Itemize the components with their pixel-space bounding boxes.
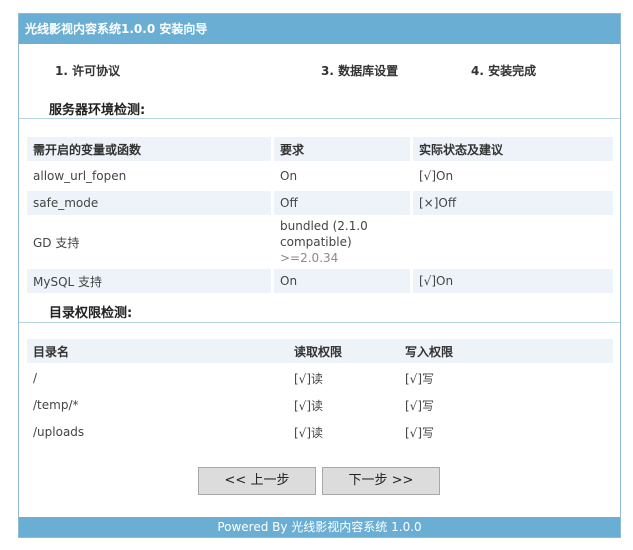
requirement: Off [274,191,413,215]
column-header: 实际状态及建议 [413,137,613,161]
divider [19,322,620,323]
table-row: /temp/* [√]读 [√]写 [27,393,613,417]
installer-panel: 光线影视内容系统1.0.0 安装向导 1. 许可协议 3. 数据库设置 4. 安… [18,13,621,538]
step-indicator: 1. 许可协议 3. 数据库设置 4. 安装完成 [19,62,620,82]
var-name: GD 支持 [33,235,80,250]
requirement: compatible) [280,235,352,249]
var-name: allow_url_fopen [33,169,127,183]
column-header: 目录名 [27,339,288,363]
write-permission: [√]写 [405,398,435,413]
var-name: safe_mode [27,191,274,215]
requirement: On [274,269,413,293]
requirement-note: >=2.0.34 [280,251,339,265]
prev-step-button[interactable]: << 上一步 [198,467,316,495]
write-permission: [√]写 [405,425,435,440]
dir-check-table: 目录名 读取权限 写入权限 / [√]读 [√]写 /temp/* [√]读 [… [27,336,613,447]
table-row: MySQL 支持 On [√]On [27,269,613,293]
env-check-title: 服务器环境检测: [49,103,146,118]
dir-name: /temp/* [33,398,79,412]
column-header: 需开启的变量或函数 [27,137,274,161]
column-header: 写入权限 [399,339,613,363]
status-value: [×]Off [413,191,613,215]
footer: Powered By 光线影视内容系统 1.0.0 [19,517,620,537]
step-finish: 4. 安装完成 [471,64,537,78]
next-step-button[interactable]: 下一步 >> [322,467,440,495]
table-row: allow_url_fopen On [√]On [27,164,613,188]
requirement: bundled (2.1.0 [280,219,368,233]
status-value: [√]On [413,269,613,293]
var-name: MySQL 支持 [27,269,274,293]
table-row: GD 支持 bundled (2.1.0 compatible) >=2.0.3… [27,218,613,266]
table-row: safe_mode Off [×]Off [27,191,613,215]
column-header: 要求 [274,137,413,161]
table-header-row: 目录名 读取权限 写入权限 [27,339,613,363]
dir-name: /uploads [33,425,85,439]
read-permission: [√]读 [294,371,324,386]
installer-header: 光线影视内容系统1.0.0 安装向导 [19,14,620,44]
table-row: /uploads [√]读 [√]写 [27,420,613,444]
table-header-row: 需开启的变量或函数 要求 实际状态及建议 [27,137,613,161]
status-value [413,218,613,266]
requirement: On [280,169,298,183]
table-row: / [√]读 [√]写 [27,366,613,390]
step-license: 1. 许可协议 [55,64,121,78]
env-check-table: 需开启的变量或函数 要求 实际状态及建议 allow_url_fopen On … [27,134,613,296]
read-permission: [√]读 [294,425,324,440]
write-permission: [√]写 [405,371,435,386]
status-value: [√]On [419,169,454,183]
read-permission: [√]读 [294,398,324,413]
dir-check-title: 目录权限检测: [49,306,133,321]
divider [19,118,620,119]
column-header: 读取权限 [288,339,399,363]
dir-name: / [33,371,38,385]
step-database: 3. 数据库设置 [321,64,399,78]
